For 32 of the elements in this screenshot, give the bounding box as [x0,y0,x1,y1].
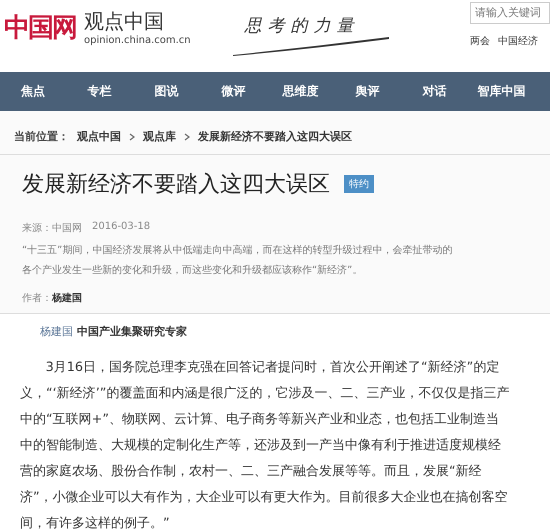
nav-item[interactable]: 专栏 [66,83,133,100]
nav-item[interactable]: 舆评 [334,83,401,100]
breadcrumb-link[interactable]: 观点中国 [77,129,121,144]
slogan: 思考的力量 [244,15,361,37]
article-date: 2016-03-18 [92,221,150,234]
site-domain: opinion.china.com.cn [84,35,191,46]
site-name: 观点中国 [84,8,165,35]
site-logo[interactable]: 中国网 [4,10,76,44]
author-name: 杨建国 [52,293,82,304]
article-summary: “十三五”期间，中国经济发展将从中低端走向中高端，而在这样的转型升级过程中，会牵扯带动的各个产业发生一些新的变化和升级，而这些变化和升级都应该称作“新经济”。 [22,244,454,278]
body-paragraph: 3月16日，国务院总理李克强在回答记者提问时，首次公开阐述了“新经济”的定义，“‘新经济’”的覆盖面和内涵是很广泛的，它涉及一、二、三产业，不仅仅是指三产中的“互联网+”、物联网、云计算、电子商务等新兴产业和业态，也包括工业制造当中的智能制造、大规模的定制化生产等，还涉及到一产当中像有利于推进适度规模经营的家庭农场、股份合作制，农村一、二、三产融合发展等等。而且，发展“新经济”，小微企业可以大有作为，大企业可以有更大作为。目前很多大企业也在搞创客空间，有许多这样的例子。” [20,359,510,531]
nav-item[interactable]: 对话 [401,83,468,100]
chevron-icon [184,132,190,140]
quick-link[interactable]: 中国经济 [498,34,538,48]
article-source: 来源：中国网 [22,222,82,235]
nav-item[interactable]: 智库中国 [468,83,535,100]
author-title: 中国产业集聚研究专家 [77,324,187,339]
breadcrumb-label: 当前位置： [14,129,69,144]
search-field[interactable]: 请输入关键词 [470,2,550,24]
quick-link[interactable]: 两会 [470,34,490,48]
breadcrumb-link[interactable]: 发展新经济不要踏入这四大误区 [198,129,352,144]
nav-item[interactable]: 焦点 [0,83,66,100]
author-label: 作者： [22,293,52,304]
nav-item[interactable]: 微评 [200,83,267,100]
nav-item[interactable]: 图说 [133,83,200,100]
tag-label: 特约 [344,175,374,193]
nav-item[interactable]: 思维度 [267,83,334,100]
breadcrumb-link[interactable]: 观点库 [143,129,176,144]
author-name: 杨建国 [40,324,73,339]
chevron-icon [129,132,135,140]
article-title: 发展新经济不要踏入这四大误区 [22,171,330,199]
brush-stroke-icon [230,35,391,57]
